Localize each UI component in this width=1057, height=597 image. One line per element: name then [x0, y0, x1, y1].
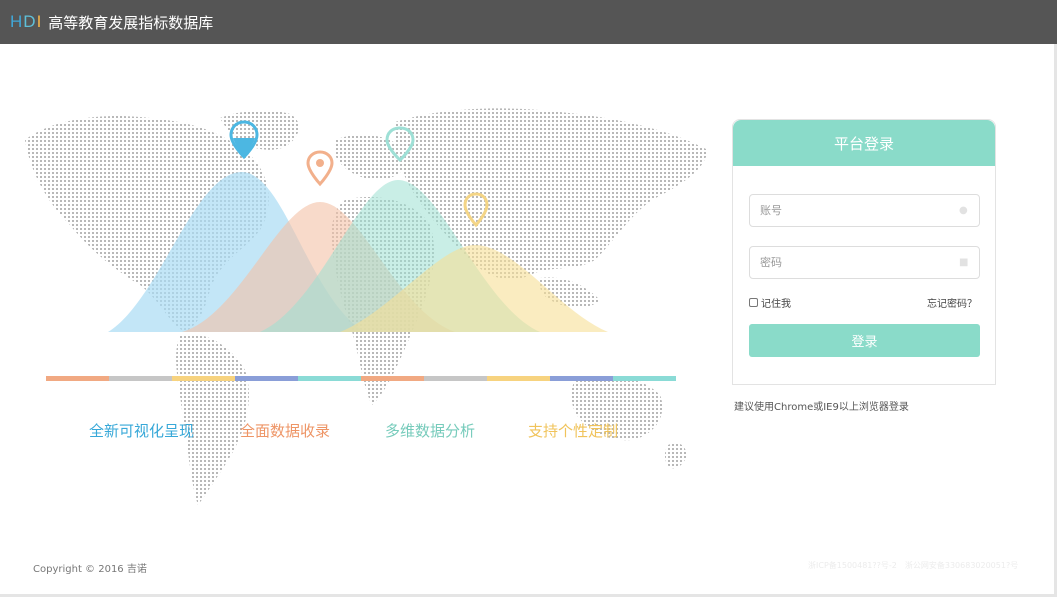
strip-seg-3 [172, 376, 235, 381]
browser-hint: 建议使用Chrome或IE9以上浏览器登录 [734, 402, 909, 413]
top-bar: HDI 高等教育发展指标数据库 [0, 0, 1057, 44]
strip-seg-1 [46, 376, 109, 381]
strip-seg-6 [361, 376, 424, 381]
remember-label: 记住我 [761, 299, 791, 310]
strip-seg-10 [613, 376, 676, 381]
pin-orange-icon [306, 150, 334, 187]
username-placeholder: 账号 [760, 204, 782, 217]
feature-visualization: 全新可视化呈现 [89, 422, 195, 440]
feature-multi-analysis: 多维数据分析 [385, 422, 476, 440]
login-button[interactable]: 登录 [749, 324, 980, 357]
login-panel: 平台登录 账号 ● 密码 ■ 记住我 忘记密码？ 登录 [732, 119, 996, 385]
strip-seg-9 [550, 376, 613, 381]
username-field[interactable]: 账号 ● [749, 194, 980, 227]
color-strip [46, 376, 676, 381]
strip-seg-2 [109, 376, 172, 381]
feature-customization: 支持个性定制 [528, 422, 619, 440]
strip-seg-5 [298, 376, 361, 381]
copyright-text: Copyright © 2016 吉诺 [33, 564, 147, 575]
password-placeholder: 密码 [760, 256, 782, 269]
strip-seg-7 [424, 376, 487, 381]
icp-record[interactable]: 浙ICP备1500481??号-2 浙公网安备330683020051?号 [808, 560, 1018, 571]
login-title: 平台登录 [733, 120, 995, 166]
lock-icon: ■ [959, 257, 969, 268]
user-icon: ● [959, 205, 968, 216]
forgot-password-link[interactable]: 忘记密码？ [927, 295, 977, 310]
strip-seg-4 [235, 376, 298, 381]
app-title: 高等教育发展指标数据库 [48, 13, 214, 32]
world-map-illustration [25, 108, 708, 505]
remember-me[interactable]: 记住我 [749, 295, 791, 310]
strip-seg-8 [487, 376, 550, 381]
remember-checkbox[interactable] [749, 298, 758, 307]
feature-data-coverage: 全面数据收录 [240, 422, 331, 440]
hdi-logo[interactable]: HDI [10, 12, 42, 32]
feature-list: 全新可视化呈现 全面数据收录 多维数据分析 支持个性定制 [60, 420, 680, 444]
password-field[interactable]: 密码 ■ [749, 246, 980, 279]
